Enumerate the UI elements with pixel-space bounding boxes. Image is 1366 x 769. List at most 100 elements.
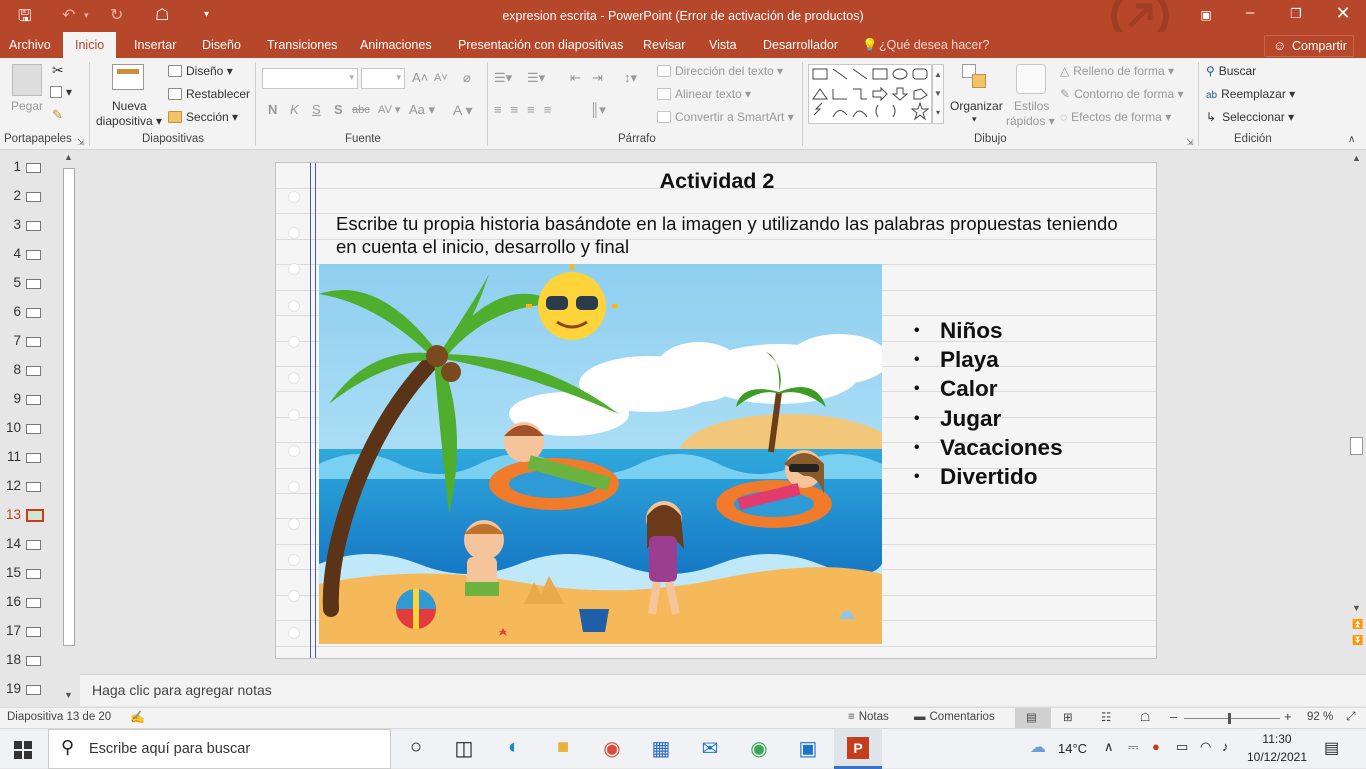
zoom-slider[interactable]: [1184, 713, 1280, 724]
slide-thumbnail[interactable]: [26, 366, 41, 376]
tab-diseno[interactable]: Diseño: [202, 38, 241, 52]
quick-styles-icon[interactable]: [1016, 64, 1046, 94]
reading-view-icon[interactable]: ☷: [1101, 710, 1111, 724]
slide-thumbnail[interactable]: [26, 192, 41, 202]
text-direction-button[interactable]: Dirección del texto ▾: [657, 64, 783, 78]
change-case-button[interactable]: Aa ▾: [409, 102, 435, 118]
edge-icon[interactable]: ◐: [494, 736, 534, 764]
new-slide-icon[interactable]: [112, 64, 144, 90]
grow-font-icon[interactable]: A˄: [412, 70, 428, 85]
shapes-gallery[interactable]: [808, 64, 932, 124]
slide-thumbnail-number[interactable]: 18: [0, 652, 21, 667]
strikethrough-button[interactable]: abc: [352, 104, 370, 116]
file-explorer-icon[interactable]: ■: [543, 736, 583, 764]
slide-thumbnail-number[interactable]: 8: [0, 362, 21, 377]
tab-vista[interactable]: Vista: [709, 38, 737, 52]
char-spacing-icon[interactable]: AV ▾: [378, 103, 400, 116]
slide-thumbnail[interactable]: [26, 627, 41, 637]
word-list-item[interactable]: • Calor: [912, 376, 998, 402]
font-color-icon[interactable]: A ▾: [453, 102, 472, 119]
italic-button[interactable]: K: [290, 102, 299, 117]
slide-thumbnail[interactable]: [26, 540, 41, 550]
tab-revisar[interactable]: Revisar: [643, 38, 685, 52]
slide-thumbnail[interactable]: [26, 308, 41, 318]
paste-icon[interactable]: [12, 64, 42, 96]
slide-thumbnail-number[interactable]: 1: [0, 159, 21, 174]
tray-chevron-icon[interactable]: ∧: [1104, 739, 1114, 755]
mail-icon[interactable]: ✉: [690, 736, 730, 764]
word-list-item[interactable]: • Vacaciones: [912, 435, 1063, 461]
taskbar-search-box[interactable]: ⚲ Escribe aquí para buscar: [48, 729, 391, 769]
shape-outline-button[interactable]: ✎ Contorno de forma ▾: [1060, 87, 1183, 101]
tell-me-search[interactable]: ¿Qué desea hacer?: [879, 38, 990, 52]
notes-placeholder[interactable]: Haga clic para agregar notas: [92, 682, 272, 698]
slide-thumbnail-number[interactable]: 13: [0, 507, 21, 522]
slide-thumbnail[interactable]: [26, 482, 41, 492]
next-slide-icon[interactable]: ⏬: [1352, 635, 1363, 646]
clock-time[interactable]: 11:30: [1244, 732, 1310, 746]
slide-thumbnail[interactable]: [26, 395, 41, 405]
notifications-icon[interactable]: ▤: [1324, 738, 1339, 758]
tab-insertar[interactable]: Insertar: [134, 38, 176, 52]
slide-thumbnail-number[interactable]: 16: [0, 594, 21, 609]
fit-slide-icon[interactable]: ⤢: [1346, 709, 1356, 724]
increase-indent-icon[interactable]: ⇥: [592, 70, 603, 86]
slide-title[interactable]: Actividad 2: [276, 169, 1156, 194]
tab-desarrollador[interactable]: Desarrollador: [763, 38, 838, 52]
slide-thumbnail-number[interactable]: 3: [0, 217, 21, 232]
slide-thumbnail-number[interactable]: 15: [0, 565, 21, 580]
restore-icon[interactable]: ❐: [1273, 6, 1319, 22]
collapse-ribbon-icon[interactable]: ∧: [1348, 134, 1355, 145]
slide-thumbnail[interactable]: [26, 598, 41, 608]
chrome-icon[interactable]: ◉: [592, 736, 632, 764]
cortana-icon[interactable]: ○: [396, 736, 436, 764]
bullets-icon[interactable]: ☰▾: [494, 70, 512, 86]
paste-button[interactable]: Pegar: [11, 99, 43, 113]
comments-button[interactable]: ▬ Comentarios: [914, 711, 995, 723]
slide-thumbnail-number[interactable]: 11: [0, 449, 21, 464]
scroll-up-icon[interactable]: ▲: [1352, 153, 1361, 163]
slide-instructions[interactable]: Escribe tu propia historia basándote en …: [336, 212, 1136, 258]
photos-icon[interactable]: ▣: [788, 736, 828, 764]
section-button[interactable]: Sección ▾: [168, 110, 238, 124]
clear-format-icon[interactable]: ⌀: [463, 70, 471, 86]
slide-thumbnail-number[interactable]: 14: [0, 536, 21, 551]
slide-sorter-icon[interactable]: ⊞: [1063, 710, 1073, 724]
arrange-dropdown-icon[interactable]: ▾: [972, 114, 977, 125]
slide-thumbnail[interactable]: [26, 279, 41, 289]
slide-thumbnail[interactable]: [26, 656, 41, 666]
slide-thumbnail[interactable]: [26, 337, 41, 347]
underline-button[interactable]: S: [312, 102, 321, 117]
select-button[interactable]: ↳ Seleccionar ▾: [1206, 110, 1294, 124]
word-list-item[interactable]: • Jugar: [912, 406, 1001, 432]
scroll-down-icon[interactable]: ▼: [64, 690, 73, 700]
align-text-button[interactable]: Alinear texto ▾: [657, 87, 751, 101]
slide-thumbnail-number[interactable]: 7: [0, 333, 21, 348]
close-icon[interactable]: ✕: [1320, 3, 1366, 24]
slide-thumbnail[interactable]: [26, 424, 41, 434]
volume-icon[interactable]: ♪: [1222, 739, 1229, 754]
ribbon-display-icon[interactable]: ▣: [1183, 8, 1229, 22]
slide-thumbnail-number[interactable]: 19: [0, 681, 21, 696]
powerpoint-taskbar-button[interactable]: P: [834, 729, 882, 769]
shrink-font-icon[interactable]: A˅: [434, 72, 448, 84]
tab-presentacion[interactable]: Presentación con diapositivas: [458, 38, 623, 52]
task-view-icon[interactable]: ◫: [444, 736, 484, 764]
scroll-down-icon[interactable]: ▼: [1352, 603, 1361, 613]
quick-styles-label-2[interactable]: rápidos ▾: [1006, 114, 1055, 128]
new-slide-label-1[interactable]: Nueva: [112, 99, 147, 113]
notes-pane[interactable]: Haga clic para agregar notas: [80, 674, 1366, 706]
slide-thumbnail-number[interactable]: 17: [0, 623, 21, 638]
slide-thumbnail-number[interactable]: 5: [0, 275, 21, 290]
previous-slide-icon[interactable]: ⏫: [1352, 619, 1363, 630]
arrange-icon[interactable]: [962, 64, 988, 90]
dialog-launcher-icon[interactable]: ⇲: [1186, 137, 1194, 148]
shadow-button[interactable]: S: [334, 102, 343, 117]
arrange-button[interactable]: Organizar: [950, 99, 1003, 113]
layout-button[interactable]: Diseño ▾: [168, 64, 233, 78]
shape-effects-button[interactable]: ◌ Efectos de forma ▾: [1060, 110, 1171, 124]
slide[interactable]: Actividad 2 Escribe tu propia historia b…: [275, 162, 1157, 659]
slide-thumbnail-number[interactable]: 12: [0, 478, 21, 493]
align-icons[interactable]: ≡≡≡≡: [494, 102, 560, 117]
word-list-item[interactable]: • Divertido: [912, 464, 1038, 490]
